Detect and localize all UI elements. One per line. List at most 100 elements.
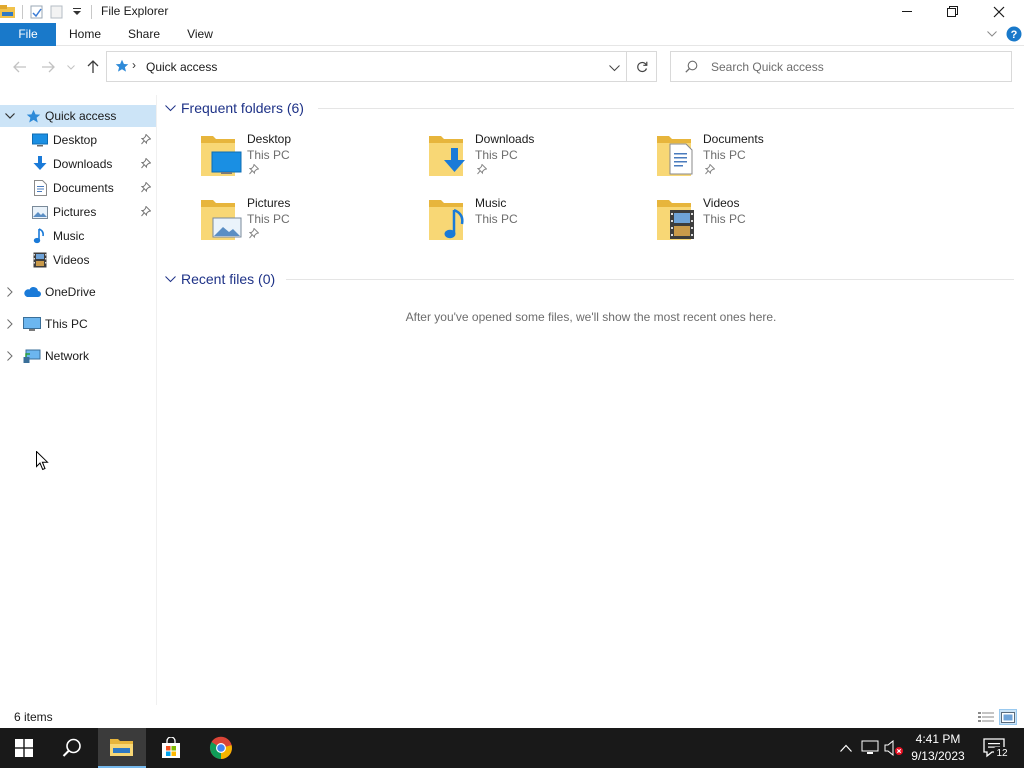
chevron-down-icon [67, 64, 75, 70]
nav-item-label: Desktop [53, 133, 98, 147]
nav-item-pictures[interactable]: Pictures [0, 201, 156, 223]
windows-logo-icon [15, 739, 33, 757]
video-icon [32, 252, 48, 268]
group-divider [318, 108, 1014, 109]
status-bar: 6 items [0, 705, 1024, 728]
file-explorer-icon [110, 739, 133, 756]
download-icon [32, 156, 48, 172]
folder-music-icon [429, 196, 473, 244]
expand-ribbon-button[interactable] [982, 26, 1002, 42]
nav-item-label: Videos [53, 253, 90, 267]
nav-item-label: Documents [53, 181, 114, 195]
nav-item-documents[interactable]: Documents [0, 177, 156, 199]
title-bar: File Explorer [0, 0, 1024, 23]
taskbar-clock[interactable]: 4:41 PM 9/13/2023 [905, 731, 971, 765]
folder-name: Videos [703, 196, 740, 210]
collapse-chevron-icon[interactable] [4, 105, 16, 127]
volume-tray-button[interactable] [884, 738, 904, 758]
new-folder-icon[interactable] [49, 4, 65, 20]
folder-tile-videos[interactable]: Videos This PC [657, 196, 877, 252]
pin-icon [248, 227, 260, 242]
refresh-button[interactable] [627, 51, 657, 82]
folder-tile-desktop[interactable]: Desktop This PC [201, 132, 421, 188]
taskbar-chrome[interactable] [197, 728, 245, 768]
picture-icon [32, 204, 48, 220]
nav-item-videos[interactable]: Videos [0, 249, 156, 271]
group-header-recent-files[interactable]: Recent files (0) [165, 268, 275, 290]
address-history-button[interactable] [609, 61, 620, 75]
folder-location: This PC [703, 212, 746, 226]
expand-chevron-icon[interactable] [4, 313, 16, 335]
window-title: File Explorer [101, 4, 169, 18]
pane-divider[interactable] [156, 95, 157, 705]
folder-tile-documents[interactable]: Documents This PC [657, 132, 877, 188]
details-view-button[interactable] [977, 709, 995, 725]
tab-home[interactable]: Home [62, 23, 108, 46]
nav-item-downloads[interactable]: Downloads [0, 153, 156, 175]
folder-videos-icon [657, 196, 701, 244]
store-icon [162, 737, 180, 758]
nav-item-network[interactable]: Network [0, 345, 156, 367]
folder-tile-downloads[interactable]: Downloads This PC [429, 132, 649, 188]
clock-time: 4:41 PM [915, 732, 961, 746]
close-button[interactable] [976, 0, 1021, 23]
address-bar[interactable]: › Quick access [106, 51, 627, 82]
group-header-frequent-folders[interactable]: Frequent folders (6) [165, 97, 304, 119]
help-icon: ? [1006, 26, 1022, 42]
folder-name: Documents [703, 132, 764, 146]
file-explorer-app-icon[interactable] [0, 4, 16, 20]
item-count: 6 items [14, 710, 53, 724]
taskbar: 4:41 PM 9/13/2023 12 [0, 728, 1024, 768]
breadcrumb-separator[interactable]: › [132, 58, 136, 72]
nav-item-this-pc[interactable]: This PC [0, 313, 156, 335]
nav-item-label: Downloads [53, 157, 113, 171]
search-input-placeholder[interactable]: Search Quick access [711, 60, 824, 74]
search-box[interactable]: Search Quick access [670, 51, 1012, 82]
tab-view[interactable]: View [180, 23, 220, 46]
pin-icon [140, 205, 152, 220]
customize-toolbar-dropdown-icon[interactable] [69, 4, 85, 20]
properties-icon[interactable] [29, 4, 45, 20]
restore-button[interactable] [930, 0, 975, 23]
tab-file[interactable]: File [0, 23, 56, 46]
recent-locations-button[interactable] [64, 57, 78, 77]
cloud-icon [23, 284, 41, 300]
expand-chevron-icon[interactable] [4, 281, 16, 303]
expand-chevron-icon[interactable] [4, 345, 16, 367]
folder-name: Music [475, 196, 507, 210]
nav-item-onedrive[interactable]: OneDrive [0, 281, 156, 303]
folder-location: This PC [247, 148, 290, 162]
search-icon [62, 738, 81, 757]
network-tray-button[interactable] [860, 738, 880, 758]
breadcrumb-quick-access[interactable]: Quick access [146, 60, 217, 74]
show-hidden-icons-button[interactable] [836, 738, 856, 758]
folder-name: Desktop [247, 132, 292, 146]
nav-item-desktop[interactable]: Desktop [0, 129, 156, 151]
back-button[interactable] [10, 57, 30, 77]
collapse-chevron-icon [165, 275, 179, 283]
search-taskbar-button[interactable] [48, 728, 96, 768]
quick-access-toolbar [0, 2, 98, 22]
help-button[interactable]: ? [1006, 26, 1022, 42]
tab-share[interactable]: Share [122, 23, 166, 46]
taskbar-file-explorer[interactable] [98, 728, 146, 768]
pin-icon [140, 133, 152, 148]
start-button[interactable] [0, 728, 48, 768]
forward-button[interactable] [38, 57, 58, 77]
arrow-right-icon [42, 61, 55, 73]
pin-icon [704, 163, 716, 178]
network-icon [23, 348, 41, 364]
up-button[interactable] [83, 57, 103, 77]
large-icons-view-button[interactable] [999, 709, 1017, 725]
folder-tile-music[interactable]: Music This PC [429, 196, 649, 252]
minimize-button[interactable] [885, 0, 930, 23]
folder-location: This PC [703, 148, 746, 162]
nav-item-label: Network [45, 349, 90, 363]
clock-date: 9/13/2023 [911, 749, 965, 763]
nav-item-music[interactable]: Music [0, 225, 156, 247]
folder-tile-pictures[interactable]: Pictures This PC [201, 196, 421, 252]
nav-item-label: This PC [45, 317, 88, 331]
action-center-button[interactable]: 12 [980, 734, 1010, 762]
taskbar-microsoft-store[interactable] [147, 728, 195, 768]
nav-item-quick-access[interactable]: Quick access [0, 105, 156, 127]
